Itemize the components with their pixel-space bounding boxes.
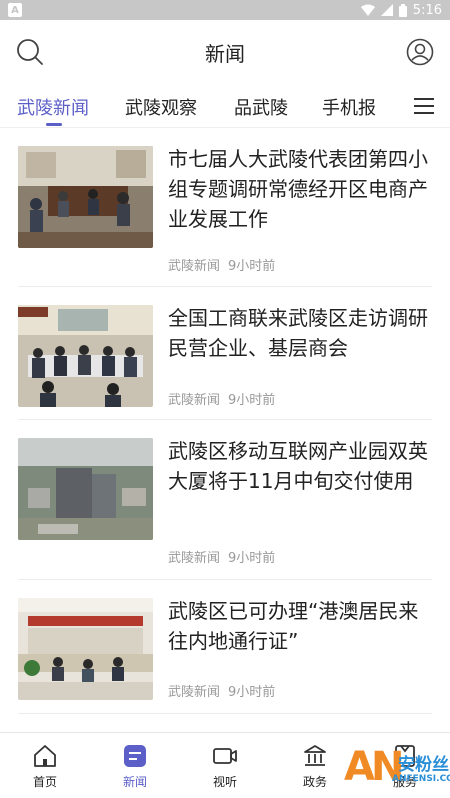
article-title[interactable]: 武陵区移动互联网产业园双英大厦将于11月中旬交付使用 <box>168 436 432 496</box>
article-title[interactable]: 全国工商联来武陵区走访调研民营企业、基层商会 <box>168 303 432 363</box>
category-tabs: 武陵新闻 武陵观察 品武陵 手机报 <box>0 84 450 128</box>
nav-video[interactable]: 视听 <box>195 743 255 790</box>
battery-icon <box>398 3 407 17</box>
nav-home[interactable]: 首页 <box>15 743 75 790</box>
clock: 5:16 <box>412 2 442 18</box>
nav-government[interactable]: 政务 <box>285 743 345 790</box>
tab-wuling-news[interactable]: 武陵新闻 <box>17 94 89 120</box>
nav-home-label: 首页 <box>32 775 57 789</box>
status-bar: A 5:16 <box>0 0 450 20</box>
nav-government-label: 政务 <box>302 775 327 789</box>
menu-icon[interactable] <box>414 97 434 115</box>
article-title[interactable]: 市七届人大武陵代表团第四小组专题调研常德经开区电商产业发展工作 <box>168 144 432 234</box>
article-source: 武陵新闻 <box>168 393 221 408</box>
watermark-cn: 安粉丝 <box>398 755 449 775</box>
news-icon <box>124 745 146 767</box>
watermark-en: ANFENSI.COM <box>392 774 450 784</box>
home-icon <box>34 745 56 767</box>
article-time: 9小时前 <box>228 685 276 700</box>
nav-news[interactable]: 新闻 <box>105 743 165 790</box>
list-item[interactable]: 武陵区移动互联网产业园双英大厦将于11月中旬交付使用 武陵新闻 9小时前 <box>18 420 432 580</box>
watermark-logo: AN 安粉丝 ANFENSI.COM <box>340 744 450 798</box>
notification-icon: A <box>8 3 22 17</box>
article-meta: 武陵新闻 9小时前 <box>168 547 275 566</box>
article-time: 9小时前 <box>228 551 276 566</box>
wifi-icon <box>360 4 375 16</box>
article-meta: 武陵新闻 9小时前 <box>168 389 275 408</box>
article-source: 武陵新闻 <box>168 685 221 700</box>
article-thumbnail <box>18 305 153 407</box>
list-item[interactable]: 全国工商联来武陵区走访调研民营企业、基层商会 武陵新闻 9小时前 <box>18 287 432 420</box>
list-item[interactable]: 武陵区已可办理“港澳居民来往内地通行证” 武陵新闻 9小时前 <box>18 580 432 714</box>
user-icon[interactable] <box>406 38 434 66</box>
article-thumbnail <box>18 598 153 700</box>
article-thumbnail <box>18 438 153 540</box>
tab-mobile-paper[interactable]: 手机报 <box>322 94 376 120</box>
nav-video-label: 视听 <box>212 775 237 789</box>
article-title[interactable]: 武陵区已可办理“港澳居民来往内地通行证” <box>168 596 432 656</box>
app-header: 新闻 <box>0 20 450 84</box>
page-title: 新闻 <box>205 41 245 66</box>
video-icon <box>213 748 237 764</box>
article-source: 武陵新闻 <box>168 551 221 566</box>
signal-icon <box>380 4 393 16</box>
government-icon <box>304 745 326 766</box>
list-item[interactable]: 市七届人大武陵代表团第四小组专题调研常德经开区电商产业发展工作 武陵新闻 9小时前 <box>18 128 432 287</box>
article-time: 9小时前 <box>228 393 276 408</box>
article-time: 9小时前 <box>228 259 276 274</box>
search-icon[interactable] <box>16 38 44 66</box>
article-meta: 武陵新闻 9小时前 <box>168 255 275 274</box>
tab-pin-wuling[interactable]: 品武陵 <box>234 94 288 120</box>
active-tab-indicator <box>46 123 62 126</box>
tab-wuling-observe[interactable]: 武陵观察 <box>125 94 197 120</box>
article-source: 武陵新闻 <box>168 259 221 274</box>
article-meta: 武陵新闻 9小时前 <box>168 681 275 700</box>
article-thumbnail <box>18 146 153 248</box>
nav-news-label: 新闻 <box>122 775 147 789</box>
